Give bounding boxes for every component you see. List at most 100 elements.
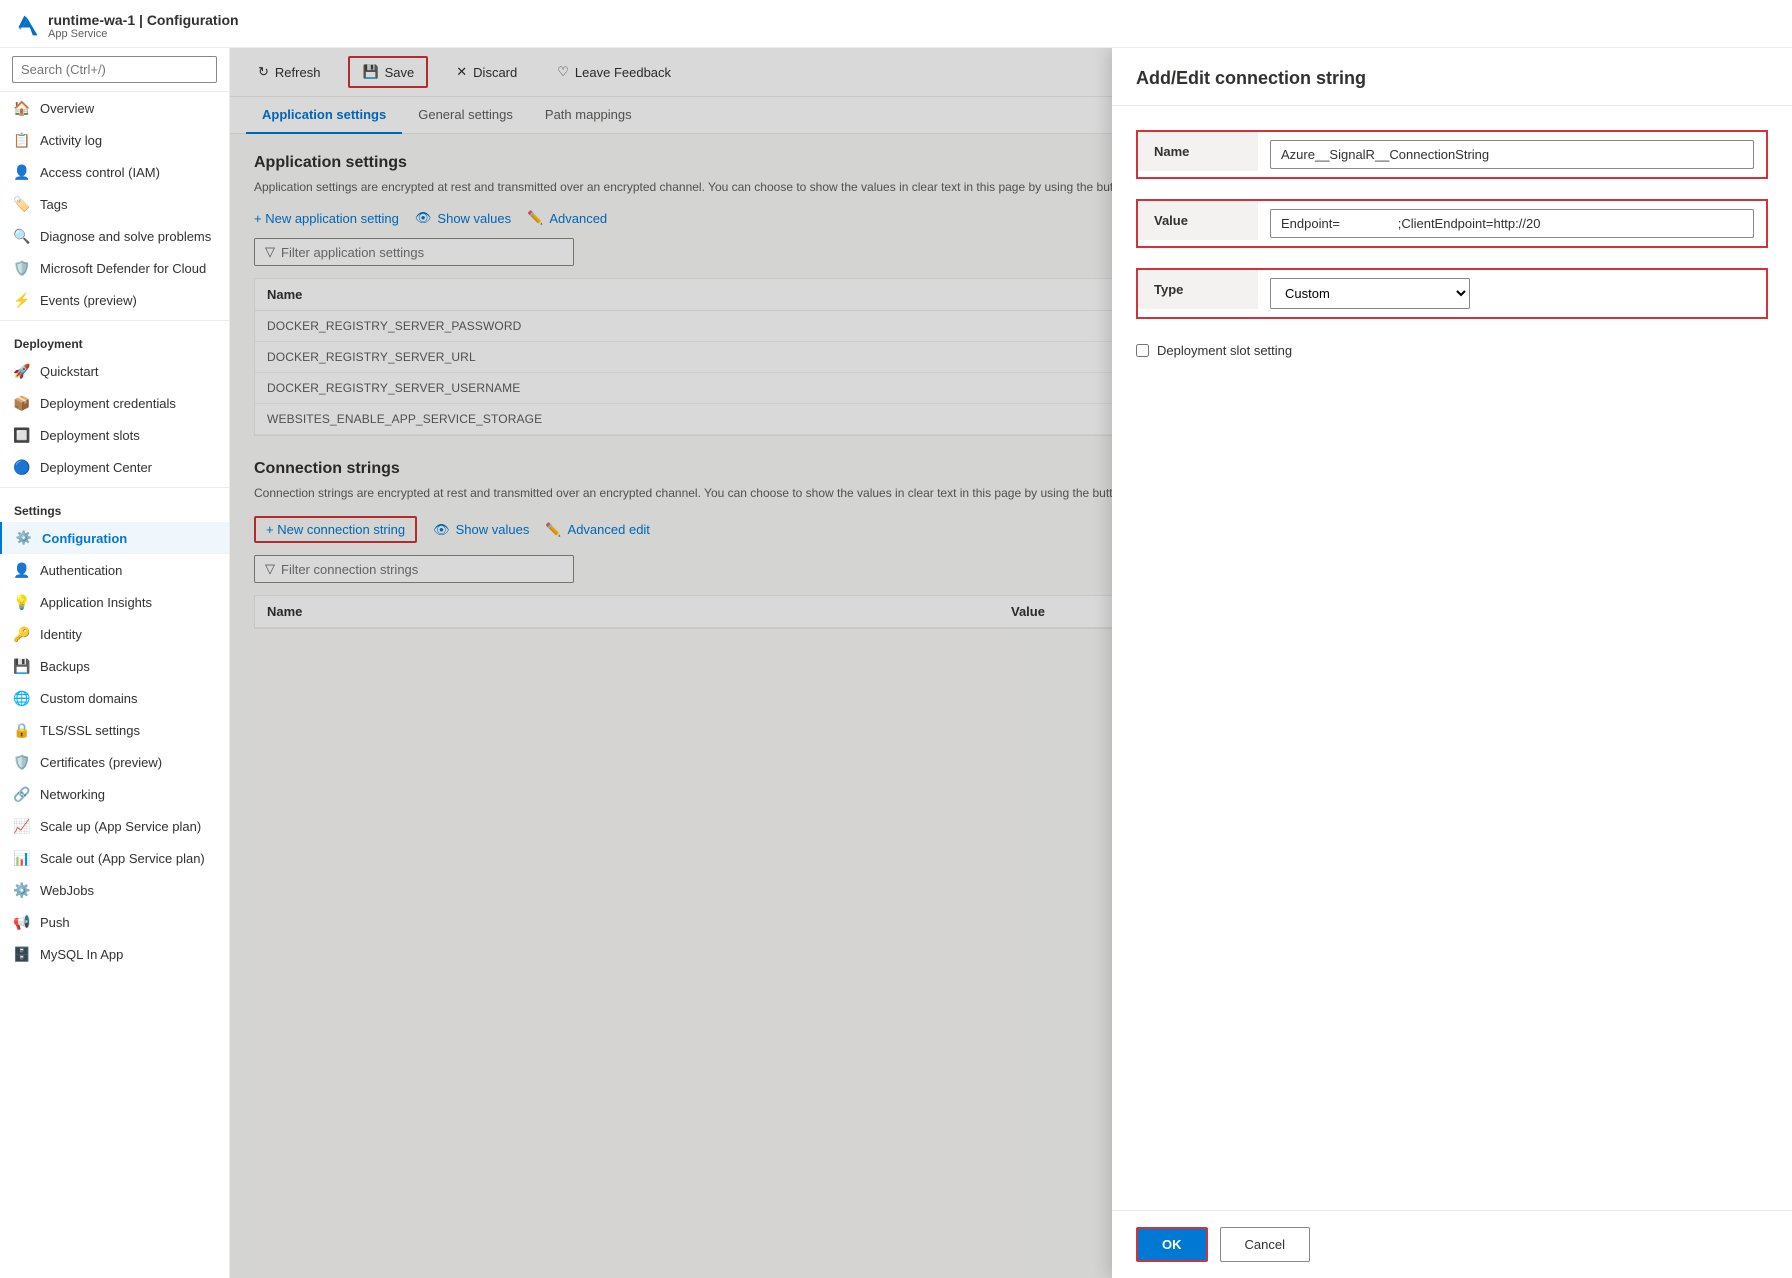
sidebar-search-container[interactable] <box>0 48 229 92</box>
value-input[interactable] <box>1270 209 1754 238</box>
sidebar-label-deployment-center: Deployment Center <box>40 460 152 475</box>
push-icon: 📢 <box>14 914 30 930</box>
overview-icon: 🏠 <box>14 100 30 116</box>
sidebar-item-tags[interactable]: 🏷️ Tags <box>0 188 229 220</box>
sidebar-label-scale-out: Scale out (App Service plan) <box>40 851 205 866</box>
sidebar-label-tls-ssl: TLS/SSL settings <box>40 723 140 738</box>
sidebar-item-backups[interactable]: 💾 Backups <box>0 650 229 682</box>
sidebar-item-identity[interactable]: 🔑 Identity <box>0 618 229 650</box>
sidebar-item-deployment-center[interactable]: 🔵 Deployment Center <box>0 451 229 483</box>
app-insights-icon: 💡 <box>14 594 30 610</box>
main-layout: 🏠 Overview 📋 Activity log 👤 Access contr… <box>0 48 1792 1278</box>
quickstart-icon: 🚀 <box>14 363 30 379</box>
sidebar-item-diagnose[interactable]: 🔍 Diagnose and solve problems <box>0 220 229 252</box>
sidebar-item-access-control[interactable]: 👤 Access control (IAM) <box>0 156 229 188</box>
sidebar-item-webjobs[interactable]: ⚙️ WebJobs <box>0 874 229 906</box>
deployment-section-label: Deployment <box>0 325 229 355</box>
scale-up-icon: 📈 <box>14 818 30 834</box>
sidebar-label-activity-log: Activity log <box>40 133 102 148</box>
sidebar-item-app-insights[interactable]: 💡 Application Insights <box>0 586 229 618</box>
sidebar-label-app-insights: Application Insights <box>40 595 152 610</box>
sidebar-item-certificates[interactable]: 🛡️ Certificates (preview) <box>0 746 229 778</box>
networking-icon: 🔗 <box>14 786 30 802</box>
sidebar-item-tls-ssl[interactable]: 🔒 TLS/SSL settings <box>0 714 229 746</box>
sidebar-item-networking[interactable]: 🔗 Networking <box>0 778 229 810</box>
scale-out-icon: 📊 <box>14 850 30 866</box>
sidebar-item-quickstart[interactable]: 🚀 Quickstart <box>0 355 229 387</box>
certificates-icon: 🛡️ <box>14 754 30 770</box>
header-title-block: runtime-wa-1 | Configuration App Service <box>48 12 239 40</box>
type-form-row: Type Custom SQLServer SQLAzure MySQL Pos… <box>1136 268 1768 319</box>
azure-logo-icon <box>16 14 40 38</box>
sidebar-label-scale-up: Scale up (App Service plan) <box>40 819 201 834</box>
side-panel-footer: OK Cancel <box>1112 1210 1792 1278</box>
sidebar-label-diagnose: Diagnose and solve problems <box>40 229 211 244</box>
sidebar-item-scale-out[interactable]: 📊 Scale out (App Service plan) <box>0 842 229 874</box>
azure-logo: runtime-wa-1 | Configuration App Service <box>16 12 239 40</box>
configuration-icon: ⚙️ <box>16 530 32 546</box>
deployment-slot-checkbox[interactable] <box>1136 344 1149 357</box>
defender-icon: 🛡️ <box>14 260 30 276</box>
sidebar-label-events: Events (preview) <box>40 293 137 308</box>
sidebar-item-custom-domains[interactable]: 🌐 Custom domains <box>0 682 229 714</box>
settings-section-label: Settings <box>0 492 229 522</box>
sidebar-item-activity-log[interactable]: 📋 Activity log <box>0 124 229 156</box>
deployment-slot-row: Deployment slot setting <box>1136 339 1768 362</box>
activity-log-icon: 📋 <box>14 132 30 148</box>
mysql-icon: 🗄️ <box>14 946 30 962</box>
sidebar-label-push: Push <box>40 915 70 930</box>
sidebar: 🏠 Overview 📋 Activity log 👤 Access contr… <box>0 48 230 1278</box>
sidebar-item-deployment-credentials[interactable]: 📦 Deployment credentials <box>0 387 229 419</box>
sidebar-label-quickstart: Quickstart <box>40 364 99 379</box>
sidebar-label-deployment-slots: Deployment slots <box>40 428 140 443</box>
sidebar-divider-2 <box>0 487 229 488</box>
webjobs-icon: ⚙️ <box>14 882 30 898</box>
sidebar-item-events[interactable]: ⚡ Events (preview) <box>0 284 229 316</box>
access-control-icon: 👤 <box>14 164 30 180</box>
tls-ssl-icon: 🔒 <box>14 722 30 738</box>
page-title: runtime-wa-1 | Configuration <box>48 12 239 28</box>
deployment-center-icon: 🔵 <box>14 459 30 475</box>
custom-domains-icon: 🌐 <box>14 690 30 706</box>
sidebar-label-deployment-credentials: Deployment credentials <box>40 396 176 411</box>
events-icon: ⚡ <box>14 292 30 308</box>
sidebar-item-authentication[interactable]: 👤 Authentication <box>0 554 229 586</box>
sidebar-divider-1 <box>0 320 229 321</box>
sidebar-item-overview[interactable]: 🏠 Overview <box>0 92 229 124</box>
sidebar-label-overview: Overview <box>40 101 94 116</box>
sidebar-item-defender[interactable]: 🛡️ Microsoft Defender for Cloud <box>0 252 229 284</box>
sidebar-item-deployment-slots[interactable]: 🔲 Deployment slots <box>0 419 229 451</box>
type-select[interactable]: Custom SQLServer SQLAzure MySQL PostgreS… <box>1270 278 1470 309</box>
sidebar-label-access-control: Access control (IAM) <box>40 165 160 180</box>
sidebar-item-mysql[interactable]: 🗄️ MySQL In App <box>0 938 229 970</box>
value-label: Value <box>1138 201 1258 240</box>
sidebar-label-custom-domains: Custom domains <box>40 691 138 706</box>
sidebar-label-certificates: Certificates (preview) <box>40 755 162 770</box>
side-panel-title: Add/Edit connection string <box>1136 68 1768 89</box>
cancel-button[interactable]: Cancel <box>1220 1227 1310 1262</box>
sidebar-label-tags: Tags <box>40 197 67 212</box>
backups-icon: 💾 <box>14 658 30 674</box>
sidebar-item-push[interactable]: 📢 Push <box>0 906 229 938</box>
diagnose-icon: 🔍 <box>14 228 30 244</box>
content-area: ↻ Refresh 💾 Save ✕ Discard ♡ Leave Feedb… <box>230 48 1792 1278</box>
sidebar-label-webjobs: WebJobs <box>40 883 94 898</box>
sidebar-item-scale-up[interactable]: 📈 Scale up (App Service plan) <box>0 810 229 842</box>
value-field-container <box>1258 201 1766 246</box>
deployment-credentials-icon: 📦 <box>14 395 30 411</box>
sidebar-item-configuration[interactable]: ⚙️ Configuration <box>0 522 229 554</box>
identity-icon: 🔑 <box>14 626 30 642</box>
sidebar-label-defender: Microsoft Defender for Cloud <box>40 261 206 276</box>
side-panel: Add/Edit connection string Name Value <box>1112 48 1792 1278</box>
deployment-slots-icon: 🔲 <box>14 427 30 443</box>
sidebar-label-backups: Backups <box>40 659 90 674</box>
name-label: Name <box>1138 132 1258 171</box>
search-input[interactable] <box>12 56 217 83</box>
app-service-subtitle: App Service <box>48 28 239 40</box>
name-input[interactable] <box>1270 140 1754 169</box>
name-field-container <box>1258 132 1766 177</box>
sidebar-label-configuration: Configuration <box>42 531 127 546</box>
deployment-slot-label[interactable]: Deployment slot setting <box>1157 343 1292 358</box>
type-label: Type <box>1138 270 1258 309</box>
ok-button[interactable]: OK <box>1136 1227 1208 1262</box>
